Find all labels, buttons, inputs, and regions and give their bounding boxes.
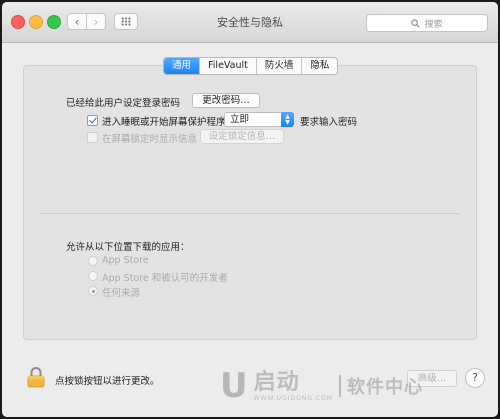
search-input[interactable]: 搜索 bbox=[366, 14, 488, 32]
set-lock-message-button[interactable]: 设定锁定信息… bbox=[200, 129, 284, 144]
search-icon bbox=[411, 18, 420, 28]
watermark: U 启动 WWW.UQIDONG.COM 软件中心 bbox=[220, 366, 423, 406]
show-message-checkbox[interactable] bbox=[87, 132, 98, 143]
downloads-heading: 允许从以下位置下载的应用： bbox=[66, 242, 190, 253]
lock-icon[interactable] bbox=[27, 366, 45, 388]
watermark-brand-text: 启动 bbox=[253, 369, 300, 395]
radio-anywhere[interactable] bbox=[88, 286, 98, 296]
general-panel: 已经给此用户设定登录密码 更改密码… 进入睡眠或开始屏幕保护程序 立即 ▲ ▼ 要… bbox=[23, 65, 477, 340]
tab-filevault[interactable]: FileVault bbox=[199, 58, 256, 74]
require-password-delay-select[interactable]: 立即 ▲ ▼ bbox=[224, 112, 294, 127]
radio-identified-developers-label: App Store 和被认可的开发者 bbox=[102, 273, 228, 284]
radio-identified-developers[interactable] bbox=[88, 271, 98, 281]
tab-bar: 通用 FileVault 防火墙 隐私 bbox=[163, 57, 339, 75]
watermark-brand: 启动 WWW.UQIDONG.COM bbox=[253, 369, 333, 402]
tab-general[interactable]: 通用 bbox=[164, 58, 200, 74]
watermark-logo-letter: U bbox=[220, 366, 248, 406]
radio-app-store[interactable] bbox=[88, 256, 98, 266]
password-set-label: 已经给此用户设定登录密码 bbox=[66, 98, 181, 109]
require-password-delay-value: 立即 bbox=[230, 114, 250, 125]
question-mark-icon: ? bbox=[472, 371, 478, 384]
tab-firewall[interactable]: 防火墙 bbox=[255, 58, 302, 74]
advanced-button[interactable]: 高级… bbox=[407, 370, 457, 387]
change-password-button[interactable]: 更改密码… bbox=[192, 93, 260, 108]
select-arrows-icon: ▲ ▼ bbox=[281, 112, 294, 127]
watermark-separator bbox=[339, 375, 341, 397]
require-password-suffix: 要求输入密码 bbox=[300, 117, 358, 128]
tab-privacy[interactable]: 隐私 bbox=[301, 58, 337, 74]
require-password-checkbox[interactable] bbox=[87, 115, 98, 126]
help-button[interactable]: ? bbox=[465, 368, 485, 388]
preferences-window: ‹ › 安全性与隐私 搜索 通用 FileVault 防火墙 隐私 已经给此用户… bbox=[2, 2, 498, 417]
radio-app-store-label: App Store bbox=[102, 255, 149, 266]
title-bar: ‹ › 安全性与隐私 搜索 bbox=[2, 2, 498, 43]
watermark-url: WWW.UQIDONG.COM bbox=[253, 394, 333, 402]
radio-anywhere-label: 任何来源 bbox=[102, 288, 141, 299]
lock-instruction: 点按锁按钮以进行更改。 bbox=[55, 376, 160, 387]
search-placeholder: 搜索 bbox=[424, 19, 443, 30]
require-password-label: 进入睡眠或开始屏幕保护程序 bbox=[102, 117, 226, 128]
show-message-label: 在屏幕锁定时显示信息 bbox=[102, 134, 198, 145]
section-divider bbox=[40, 213, 460, 214]
